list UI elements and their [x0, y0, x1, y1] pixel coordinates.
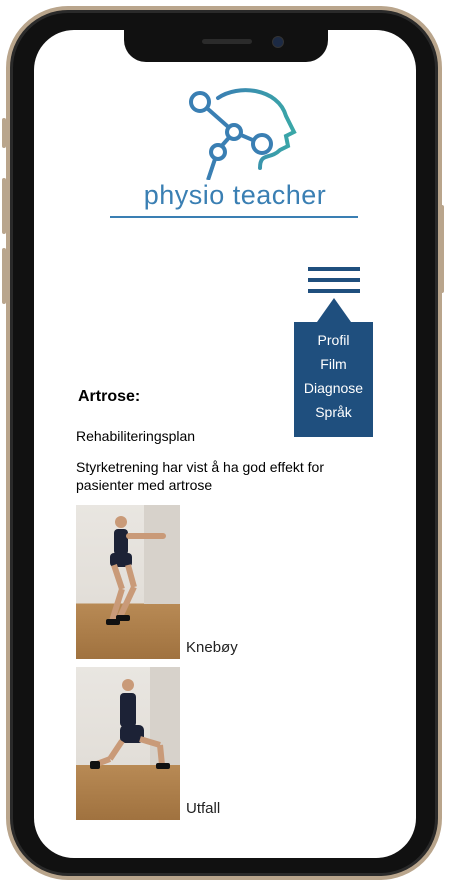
exercise-label-lunge: Utfall [186, 800, 221, 817]
volume-down-button [2, 248, 6, 304]
brand-name: physio teacher [143, 180, 327, 210]
app-logo: physio teacher [110, 88, 360, 218]
menu-item-profil[interactable]: Profil [294, 328, 373, 352]
screen: physio teacher Profil Film Diagnose Språ… [34, 30, 416, 858]
phone-notch [124, 30, 328, 62]
speaker-grille [202, 39, 252, 44]
exercise-image-squat[interactable] [76, 505, 180, 659]
menu-item-diagnose[interactable]: Diagnose [294, 376, 373, 400]
exercise-image-lunge[interactable] [76, 667, 180, 820]
page-title: Artrose: [78, 388, 141, 405]
plan-label: Rehabiliteringsplan [76, 428, 196, 444]
lunge-figure-icon [90, 667, 180, 769]
exercise-label-squat: Knebøy [186, 639, 238, 656]
brand-underline [110, 216, 358, 218]
power-button [440, 205, 444, 293]
hamburger-menu-icon[interactable] [308, 267, 360, 297]
dropdown-menu: Profil Film Diagnose Språk [294, 322, 373, 437]
menu-item-film[interactable]: Film [294, 352, 373, 376]
menu-pointer [317, 298, 351, 322]
squat-figure-icon [106, 505, 180, 625]
menu-item-sprak[interactable]: Språk [294, 400, 373, 424]
front-camera-icon [272, 36, 284, 48]
mute-switch [2, 118, 6, 148]
description-text: Styrketrening har vist å ha god effekt f… [76, 459, 324, 493]
head-network-icon [189, 88, 297, 181]
volume-up-button [2, 178, 6, 234]
